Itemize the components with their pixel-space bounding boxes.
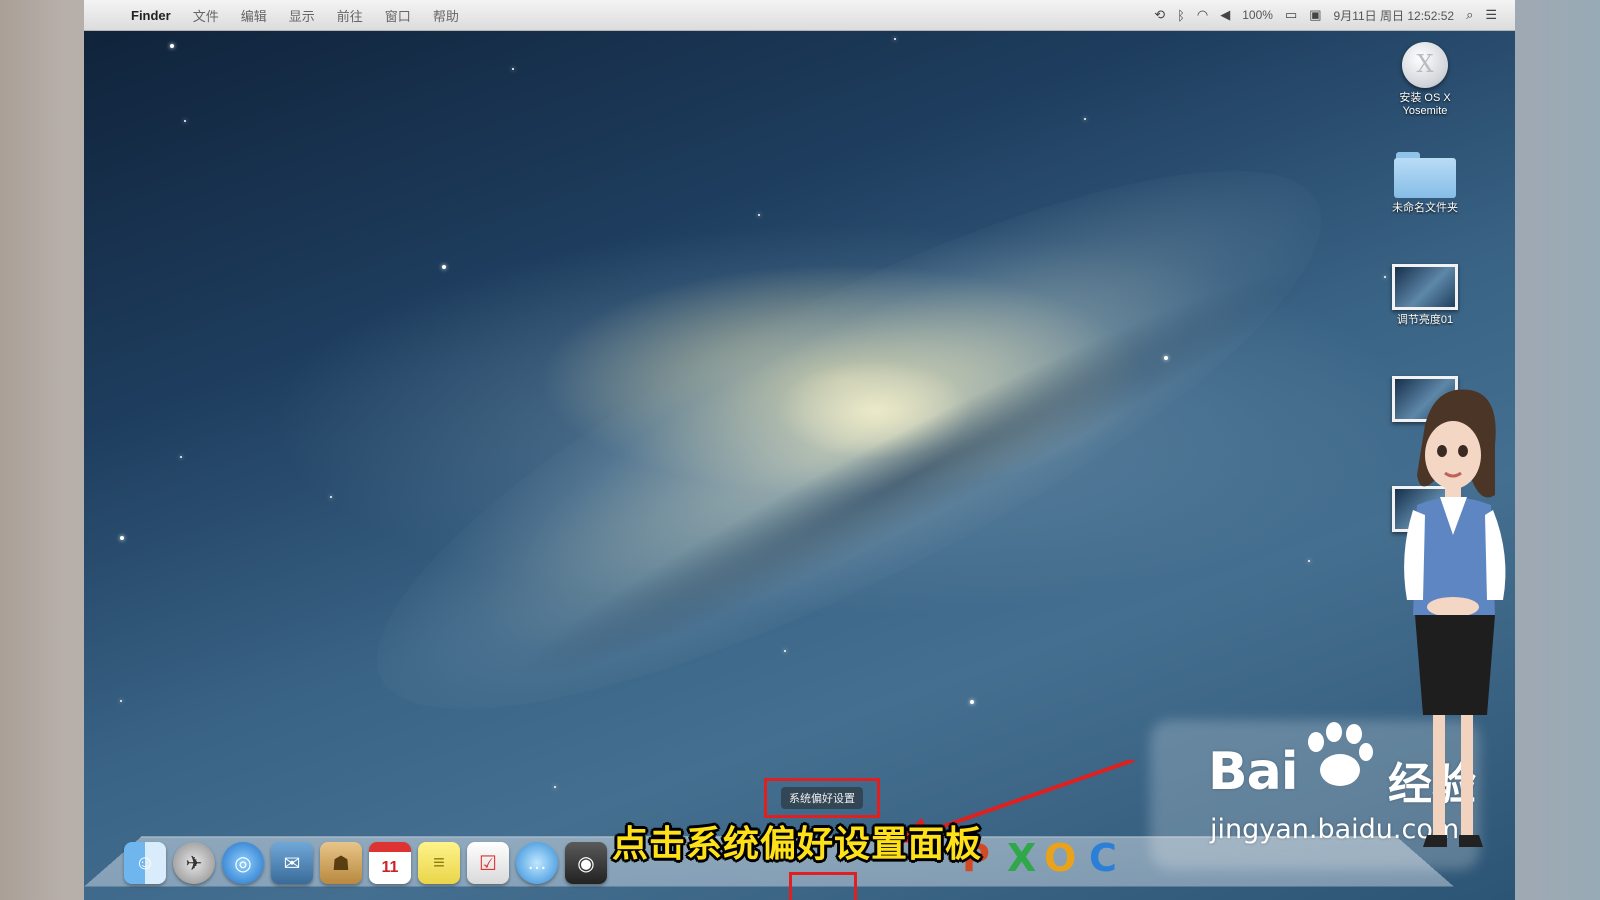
star [170,44,174,48]
star [784,650,786,652]
star [442,265,446,269]
desktop-icon-label: 安装 OS X Yosemite [1399,92,1451,117]
bluetooth-icon[interactable]: ᛒ [1177,8,1185,23]
subtitle-caption: 点击系统偏好设置面板 [612,824,983,865]
status-area: ⟲ ᛒ ◠ ◀ 100% ▭ ▣ 9月11日 周日 12:52:52 ⌕ ☰ [1154,7,1515,24]
messages-icon[interactable]: … [516,842,558,884]
notes-icon[interactable]: ≡ [418,842,460,884]
star [120,700,122,702]
calendar-icon[interactable]: 11 [369,842,411,884]
watermark-brand: Bai [1208,742,1299,802]
star [1084,118,1086,120]
star [180,456,182,458]
star [330,496,332,498]
user-icon[interactable]: ▣ [1309,7,1321,23]
star [120,536,124,540]
desktop-icon-screenshot-1[interactable]: 调节亮度01 [1380,264,1470,327]
system-preferences-tooltip: 系统偏好设置 [764,778,880,818]
star [970,700,974,704]
desktop-icon-label: 未命名文件夹 [1392,202,1458,214]
menu-bar: Finder 文件 编辑 显示 前往 窗口 帮助 ⟲ ᛒ ◠ ◀ 100% ▭ … [84,0,1515,31]
dock-items: ☺ ✈ ◎ ✉ ☗ 11 ≡ ☑ … ◉ [124,842,607,884]
menu-file[interactable]: 文件 [182,6,230,25]
star [758,214,760,216]
star [1308,560,1310,562]
presenter-avatar [1404,389,1506,847]
volume-icon[interactable]: ◀ [1220,7,1230,23]
notification-center-icon[interactable]: ☰ [1485,7,1497,23]
menu-finder[interactable]: Finder [120,8,182,23]
folder-icon [1394,152,1456,198]
system-preferences-dock-highlight[interactable] [789,872,857,900]
finder-icon[interactable]: ☺ [124,842,166,884]
menu-go[interactable]: 前往 [326,6,374,25]
baidu-paw-icon [1308,722,1373,786]
menu-window[interactable]: 窗口 [374,6,422,25]
facetime-icon[interactable]: ◉ [565,842,607,884]
reminders-icon[interactable]: ☑ [467,842,509,884]
launchpad-icon[interactable]: ✈ [173,842,215,884]
time-machine-icon[interactable]: ⟲ [1154,7,1165,23]
desktop-icon-label: 调节亮度01 [1396,314,1454,326]
menu-edit[interactable]: 编辑 [230,6,278,25]
spotlight-icon[interactable]: ⌕ [1466,7,1473,23]
menu-view[interactable]: 显示 [278,6,326,25]
desktop-icon-installer[interactable]: 安装 OS X Yosemite [1380,42,1470,118]
mail-icon[interactable]: ✉ [271,842,313,884]
wallpaper-galaxy [317,76,1381,804]
star [184,120,186,122]
battery-percent[interactable]: 100% [1242,8,1273,22]
desktop-icon-folder[interactable]: 未命名文件夹 [1380,152,1470,215]
star [512,68,514,70]
safari-icon[interactable]: ◎ [222,842,264,884]
star [894,38,896,40]
wifi-icon[interactable]: ◠ [1197,7,1208,23]
menu-help[interactable]: 帮助 [422,6,470,25]
battery-icon[interactable]: ▭ [1285,7,1297,23]
clock[interactable]: 9月11日 周日 12:52:52 [1334,7,1455,24]
tooltip-label: 系统偏好设置 [781,787,863,809]
star [1164,356,1168,360]
contacts-icon[interactable]: ☗ [320,842,362,884]
installer-disk-icon [1402,42,1448,88]
star [554,786,556,788]
screenshot-file-icon [1392,264,1458,310]
